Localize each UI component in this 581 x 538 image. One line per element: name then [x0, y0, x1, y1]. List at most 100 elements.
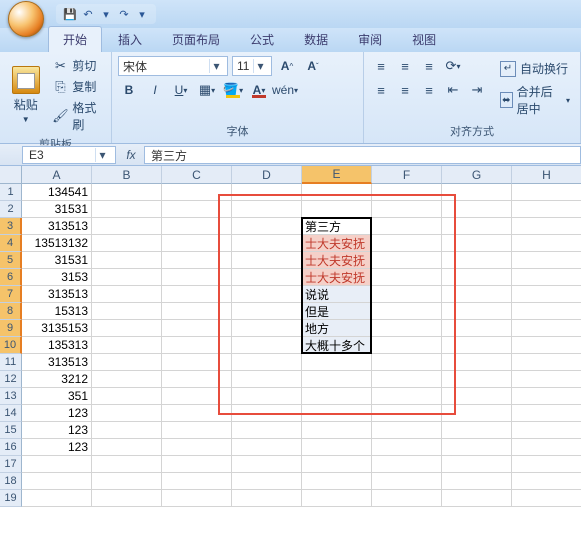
cell-F3[interactable]: [372, 218, 442, 235]
cell-D12[interactable]: [232, 371, 302, 388]
cell-C5[interactable]: [162, 252, 232, 269]
cell-G1[interactable]: [442, 184, 512, 201]
col-header-D[interactable]: D: [232, 166, 302, 184]
row-header-15[interactable]: 15: [0, 422, 22, 439]
align-left-button[interactable]: ≡: [370, 80, 392, 100]
cell-H11[interactable]: [512, 354, 581, 371]
cell-G12[interactable]: [442, 371, 512, 388]
row-header-17[interactable]: 17: [0, 456, 22, 473]
cell-D2[interactable]: [232, 201, 302, 218]
cell-A6[interactable]: 3153: [22, 269, 92, 286]
fill-color-button[interactable]: 🪣▾: [222, 80, 244, 100]
copy-button[interactable]: ⎘复制: [49, 77, 105, 96]
row-header-19[interactable]: 19: [0, 490, 22, 507]
cell-D5[interactable]: [232, 252, 302, 269]
font-name-combo[interactable]: 宋体▾: [118, 56, 228, 76]
spreadsheet-grid[interactable]: ABCDEFGH 12345678910111213141516171819 1…: [0, 166, 581, 536]
cell-A19[interactable]: [22, 490, 92, 507]
cell-C15[interactable]: [162, 422, 232, 439]
cell-E5[interactable]: 士大夫安抚: [302, 252, 372, 269]
row-header-3[interactable]: 3: [0, 218, 22, 235]
cell-G7[interactable]: [442, 286, 512, 303]
cell-B7[interactable]: [92, 286, 162, 303]
cell-H2[interactable]: [512, 201, 581, 218]
cell-E14[interactable]: [302, 405, 372, 422]
underline-button[interactable]: U▾: [170, 80, 192, 100]
cell-C8[interactable]: [162, 303, 232, 320]
cell-H8[interactable]: [512, 303, 581, 320]
wrap-text-button[interactable]: ↵自动换行: [496, 58, 574, 79]
cell-H3[interactable]: [512, 218, 581, 235]
cell-B16[interactable]: [92, 439, 162, 456]
cell-D17[interactable]: [232, 456, 302, 473]
row-header-11[interactable]: 11: [0, 354, 22, 371]
cell-C6[interactable]: [162, 269, 232, 286]
align-right-button[interactable]: ≡: [418, 80, 440, 100]
cell-H9[interactable]: [512, 320, 581, 337]
cell-H10[interactable]: [512, 337, 581, 354]
cell-C11[interactable]: [162, 354, 232, 371]
cell-C18[interactable]: [162, 473, 232, 490]
cell-H15[interactable]: [512, 422, 581, 439]
align-middle-button[interactable]: ≡: [394, 56, 416, 76]
cell-C12[interactable]: [162, 371, 232, 388]
cell-A10[interactable]: 135313: [22, 337, 92, 354]
cell-D3[interactable]: [232, 218, 302, 235]
cell-A15[interactable]: 123: [22, 422, 92, 439]
font-color-button[interactable]: A▾: [248, 80, 270, 100]
cell-A5[interactable]: 31531: [22, 252, 92, 269]
cell-H13[interactable]: [512, 388, 581, 405]
cell-D1[interactable]: [232, 184, 302, 201]
cell-C10[interactable]: [162, 337, 232, 354]
row-header-8[interactable]: 8: [0, 303, 22, 320]
border-button[interactable]: ▦▾: [196, 80, 218, 100]
cell-G13[interactable]: [442, 388, 512, 405]
indent-dec-button[interactable]: ⇤: [442, 80, 464, 100]
cell-G14[interactable]: [442, 405, 512, 422]
cell-G10[interactable]: [442, 337, 512, 354]
cell-E16[interactable]: [302, 439, 372, 456]
cell-C16[interactable]: [162, 439, 232, 456]
redo-icon[interactable]: ↷: [116, 6, 132, 22]
cell-H6[interactable]: [512, 269, 581, 286]
orientation-button[interactable]: ⟳▾: [442, 56, 464, 76]
cell-B5[interactable]: [92, 252, 162, 269]
cell-F12[interactable]: [372, 371, 442, 388]
tab-layout[interactable]: 页面布局: [158, 27, 234, 52]
bold-button[interactable]: B: [118, 80, 140, 100]
cell-F6[interactable]: [372, 269, 442, 286]
cell-E2[interactable]: [302, 201, 372, 218]
undo-more-icon[interactable]: ▾: [98, 6, 114, 22]
cell-E13[interactable]: [302, 388, 372, 405]
col-header-F[interactable]: F: [372, 166, 442, 184]
row-header-16[interactable]: 16: [0, 439, 22, 456]
cell-A8[interactable]: 15313: [22, 303, 92, 320]
cell-E6[interactable]: 士大夫安抚: [302, 269, 372, 286]
save-icon[interactable]: 💾: [62, 6, 78, 22]
merge-center-button[interactable]: ⬌合并后居中▾: [496, 81, 574, 119]
cell-H19[interactable]: [512, 490, 581, 507]
paste-button[interactable]: 粘贴 ▼: [6, 56, 45, 134]
row-header-6[interactable]: 6: [0, 269, 22, 286]
cell-H1[interactable]: [512, 184, 581, 201]
col-header-E[interactable]: E: [302, 166, 372, 184]
tab-home[interactable]: 开始: [48, 26, 102, 52]
cell-A18[interactable]: [22, 473, 92, 490]
cell-A12[interactable]: 3212: [22, 371, 92, 388]
indent-inc-button[interactable]: ⇥: [466, 80, 488, 100]
cell-C13[interactable]: [162, 388, 232, 405]
fx-icon[interactable]: fx: [122, 148, 140, 162]
cell-F2[interactable]: [372, 201, 442, 218]
cell-D9[interactable]: [232, 320, 302, 337]
row-header-9[interactable]: 9: [0, 320, 22, 337]
cell-H12[interactable]: [512, 371, 581, 388]
cell-D15[interactable]: [232, 422, 302, 439]
cell-C1[interactable]: [162, 184, 232, 201]
cell-E17[interactable]: [302, 456, 372, 473]
cell-G11[interactable]: [442, 354, 512, 371]
cell-F19[interactable]: [372, 490, 442, 507]
row-header-7[interactable]: 7: [0, 286, 22, 303]
cell-grid[interactable]: 13454131531313513第三方13513132士大夫安抚31531士大…: [22, 184, 581, 507]
align-bottom-button[interactable]: ≡: [418, 56, 440, 76]
row-header-10[interactable]: 10: [0, 337, 22, 354]
